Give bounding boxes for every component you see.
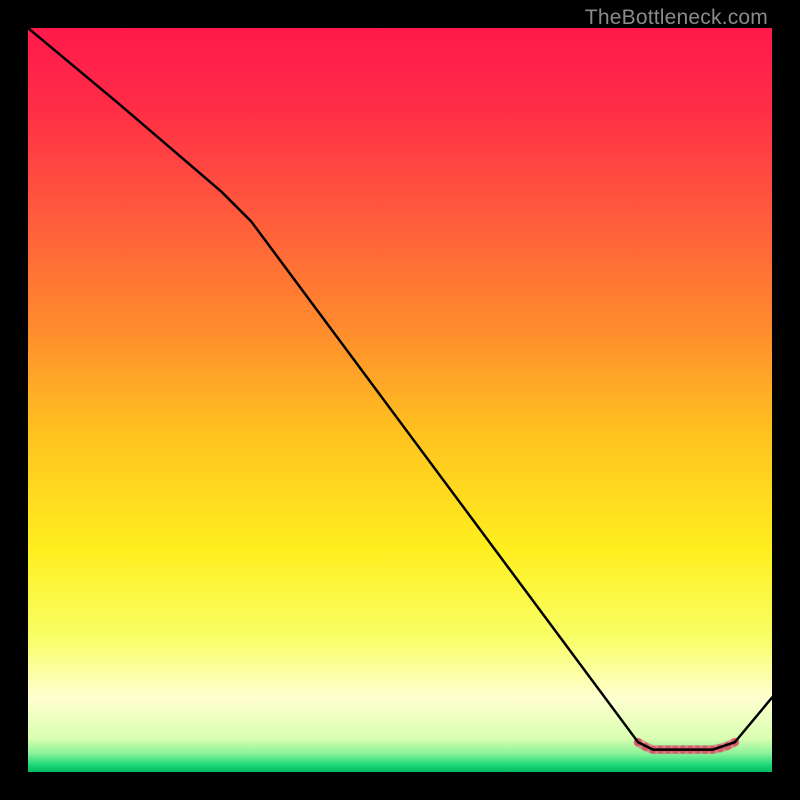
gradient-background	[28, 28, 772, 772]
chart-frame	[28, 28, 772, 772]
chart-svg	[28, 28, 772, 772]
watermark-text: TheBottleneck.com	[585, 6, 768, 30]
